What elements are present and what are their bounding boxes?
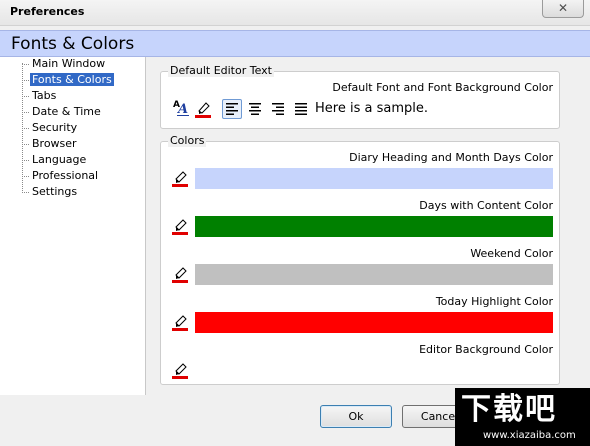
watermark-logo-text: 下载吧 xyxy=(461,392,557,427)
days-content-color-swatch[interactable] xyxy=(195,216,553,237)
page-header: Fonts & Colors xyxy=(0,30,590,57)
align-right-icon xyxy=(272,103,284,115)
sidebar-item-tabs[interactable]: Tabs xyxy=(22,89,58,104)
days-content-pen-icon[interactable] xyxy=(171,217,189,235)
sidebar-item-date-time[interactable]: Date & Time xyxy=(22,105,103,120)
align-left-icon xyxy=(226,103,238,115)
font-background-button[interactable] xyxy=(193,99,213,119)
editor-background-pen-icon[interactable] xyxy=(171,361,189,379)
editor-background-color-label: Editor Background Color xyxy=(419,343,553,356)
align-left-button[interactable] xyxy=(222,99,242,119)
close-button[interactable]: ✕ xyxy=(542,0,584,18)
today-highlight-color-label: Today Highlight Color xyxy=(435,295,553,308)
font-sample-preview: Here is a sample. xyxy=(315,99,551,119)
colors-group: Colors Diary Heading and Month Days Colo… xyxy=(160,134,560,385)
sidebar-item-main-window[interactable]: Main Window xyxy=(22,57,107,72)
sidebar-item-professional[interactable]: Professional xyxy=(22,169,100,184)
today-highlight-pen-icon[interactable] xyxy=(171,313,189,331)
editor-background-color-swatch[interactable] xyxy=(195,360,553,381)
font-button[interactable]: A A xyxy=(171,99,191,119)
weekend-color-label: Weekend Color xyxy=(470,247,553,260)
diary-heading-color-swatch[interactable] xyxy=(195,168,553,189)
sidebar-item-fonts-colors[interactable]: Fonts & Colors xyxy=(22,73,114,88)
highlight-pen-icon xyxy=(195,102,211,118)
default-editor-group: Default Editor Text Default Font and Fon… xyxy=(160,64,560,129)
sidebar-item-security[interactable]: Security xyxy=(22,121,79,136)
sidebar-item-language[interactable]: Language xyxy=(22,153,88,168)
page-title: Fonts & Colors xyxy=(11,34,135,54)
justify-button[interactable] xyxy=(291,99,311,119)
default-editor-group-label: Default Editor Text xyxy=(168,64,274,77)
close-icon: ✕ xyxy=(557,1,569,15)
weekend-pen-icon[interactable] xyxy=(171,265,189,283)
days-content-color-label: Days with Content Color xyxy=(419,199,553,212)
settings-panel: Default Editor Text Default Font and Fon… xyxy=(146,57,576,395)
font-icon: A A xyxy=(173,100,189,117)
watermark-url: www.xiazaiba.com xyxy=(483,430,576,441)
align-center-button[interactable] xyxy=(245,99,265,119)
window-title: Preferences xyxy=(10,5,85,18)
weekend-color-swatch[interactable] xyxy=(195,264,553,285)
ok-button[interactable]: Ok xyxy=(320,405,392,428)
category-tree: Main Window Fonts & Colors Tabs Date & T… xyxy=(0,57,146,395)
align-right-button[interactable] xyxy=(268,99,288,119)
site-watermark: 下载吧 www.xiazaiba.com xyxy=(455,388,590,446)
sidebar-item-settings[interactable]: Settings xyxy=(22,185,79,200)
justify-icon xyxy=(295,103,307,115)
align-center-icon xyxy=(249,103,261,115)
default-font-label: Default Font and Font Background Color xyxy=(332,81,553,94)
watermark-logo: 下载吧 xyxy=(461,394,557,426)
diary-heading-color-label: Diary Heading and Month Days Color xyxy=(349,151,553,164)
today-highlight-color-swatch[interactable] xyxy=(195,312,553,333)
sidebar-item-browser[interactable]: Browser xyxy=(22,137,79,152)
colors-group-label: Colors xyxy=(168,134,207,147)
title-bar: Preferences ✕ xyxy=(0,0,590,26)
diary-heading-pen-icon[interactable] xyxy=(171,169,189,187)
